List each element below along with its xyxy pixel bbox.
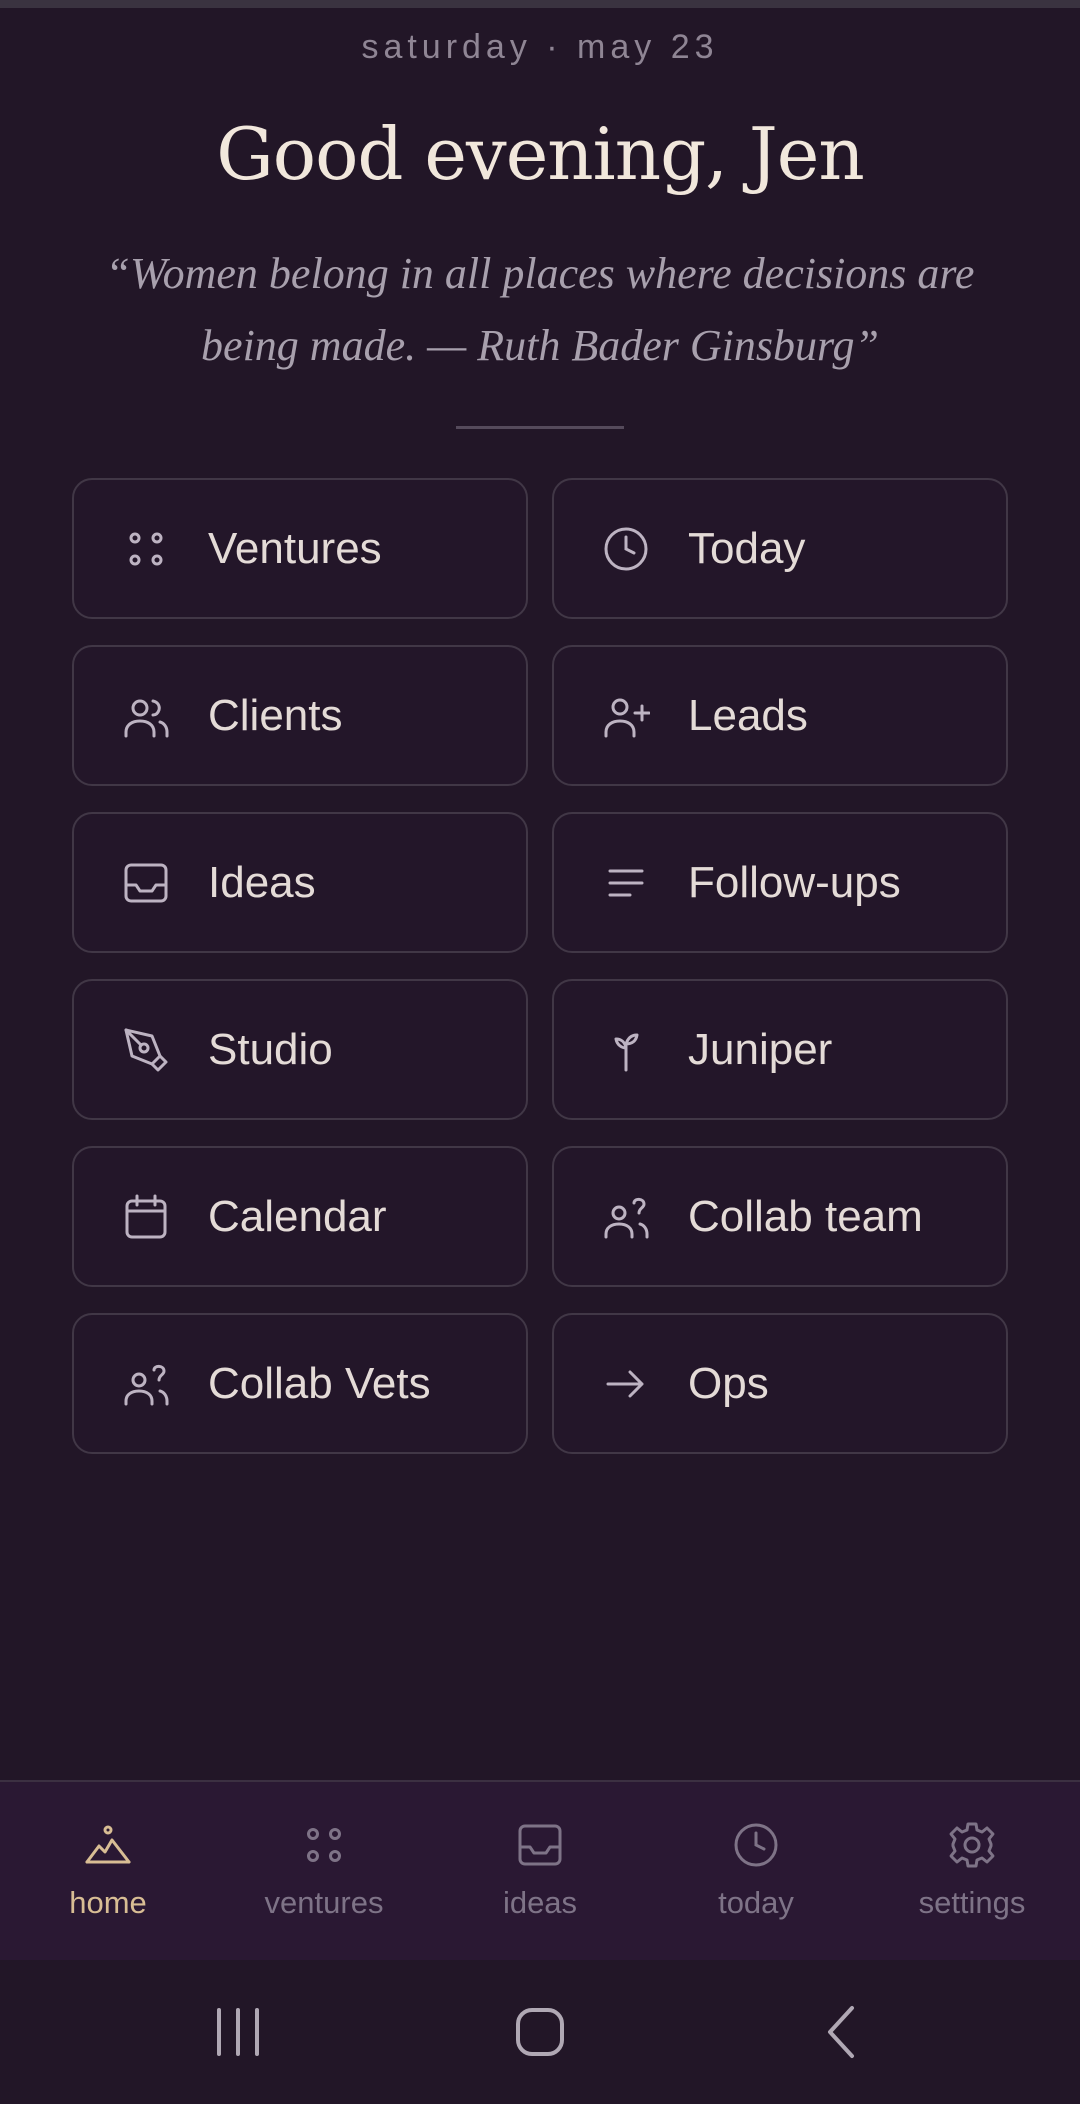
nav-home[interactable]: home	[0, 1782, 216, 1962]
users-icon	[122, 692, 170, 740]
back-button[interactable]	[802, 1990, 882, 2074]
nav-settings[interactable]: settings	[864, 1782, 1080, 1962]
nav-ventures[interactable]: ventures	[216, 1782, 432, 1962]
dots-grid-icon	[122, 525, 170, 573]
tile-calendar[interactable]: Calendar	[72, 1146, 528, 1287]
nav-label: home	[69, 1885, 147, 1920]
users-question-icon	[602, 1193, 650, 1241]
system-nav-bar	[0, 1960, 1080, 2104]
nav-label: today	[718, 1885, 794, 1920]
pen-tool-icon	[122, 1026, 170, 1074]
sprout-icon	[602, 1026, 650, 1074]
tile-label: Calendar	[208, 1191, 387, 1241]
tile-label: Ventures	[208, 523, 382, 573]
tile-label: Ops	[688, 1358, 769, 1408]
tile-label: Clients	[208, 690, 343, 740]
calendar-icon	[122, 1193, 170, 1241]
users-question-icon	[122, 1360, 170, 1408]
mountain-icon	[83, 1820, 133, 1875]
nav-ideas[interactable]: ideas	[432, 1782, 648, 1962]
tile-label: Studio	[208, 1024, 333, 1074]
tile-label: Collab team	[688, 1191, 923, 1241]
user-plus-icon	[602, 692, 650, 740]
gear-icon	[947, 1820, 997, 1875]
nav-label: ventures	[264, 1885, 384, 1920]
clock-icon	[602, 525, 650, 573]
tile-leads[interactable]: Leads	[552, 645, 1008, 786]
nav-label: ideas	[502, 1885, 578, 1920]
home-button[interactable]	[500, 1990, 580, 2074]
tile-label: Follow-ups	[688, 857, 901, 907]
dots-grid-icon	[299, 1820, 349, 1875]
recent-apps-button[interactable]	[198, 1990, 278, 2074]
tile-label: Leads	[688, 690, 808, 740]
arrow-right-icon	[602, 1360, 650, 1408]
lines-icon	[602, 859, 650, 907]
tile-studio[interactable]: Studio	[72, 979, 528, 1120]
nav-label: settings	[918, 1885, 1026, 1920]
status-bar-edge	[0, 0, 1080, 8]
tile-ops[interactable]: Ops	[552, 1313, 1008, 1454]
date-label: saturday · may 23	[361, 28, 719, 66]
tile-follow-ups[interactable]: Follow-ups	[552, 812, 1008, 953]
tile-ventures[interactable]: Ventures	[72, 478, 528, 619]
tile-clients[interactable]: Clients	[72, 645, 528, 786]
nav-today[interactable]: today	[648, 1782, 864, 1962]
quote-text: “Women belong in all places where decisi…	[105, 249, 975, 370]
inbox-icon	[515, 1820, 565, 1875]
tile-label: Ideas	[208, 857, 316, 907]
shortcut-grid: Ventures Today Clients Leads Ideas Follo…	[72, 478, 1008, 1454]
tile-label: Juniper	[688, 1024, 833, 1074]
tile-label: Today	[688, 523, 806, 573]
divider	[456, 426, 624, 429]
tile-ideas[interactable]: Ideas	[72, 812, 528, 953]
inbox-icon	[122, 859, 170, 907]
tile-today[interactable]: Today	[552, 478, 1008, 619]
greeting-title: Good evening, Jen	[216, 112, 865, 196]
tile-juniper[interactable]: Juniper	[552, 979, 1008, 1120]
tile-label: Collab Vets	[208, 1358, 431, 1408]
clock-icon	[731, 1820, 781, 1875]
bottom-nav: home ventures ideas today settings	[0, 1780, 1080, 1962]
tile-collab-team[interactable]: Collab team	[552, 1146, 1008, 1287]
tile-collab-vets[interactable]: Collab Vets	[72, 1313, 528, 1454]
